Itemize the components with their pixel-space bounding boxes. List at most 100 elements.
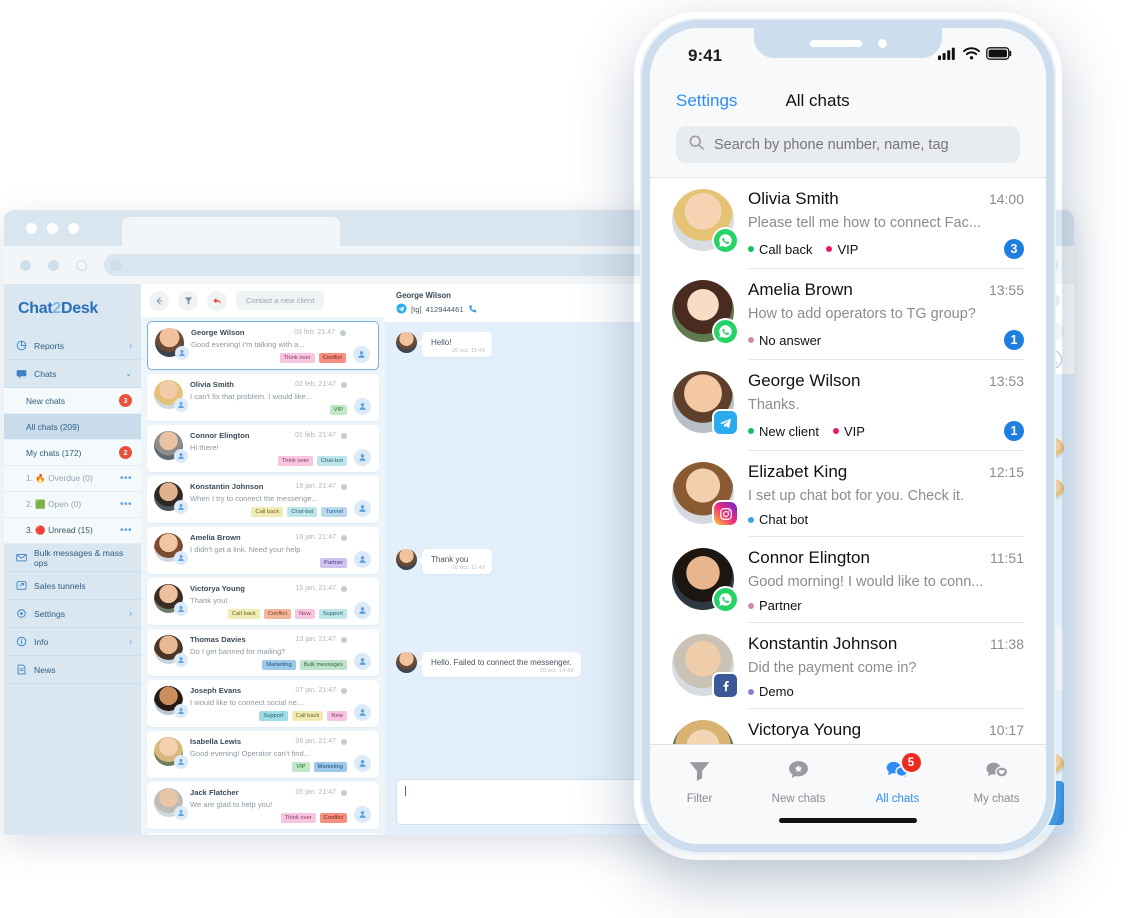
tag[interactable]: Bulk messages (299, 660, 347, 670)
tag[interactable]: VIP (329, 405, 347, 415)
table-row[interactable]: Olivia Smith 02 feb. 21:47 I can't fix th… (147, 374, 379, 421)
search-input[interactable] (714, 136, 1008, 153)
sidebar-subitem-all-chats[interactable]: All chats (209) (4, 414, 141, 440)
window-close-dot[interactable] (26, 223, 37, 234)
assign-operator-button[interactable] (354, 398, 371, 415)
tag[interactable]: Call back (291, 711, 324, 721)
table-row[interactable]: Thomas Davies 13 jan. 21:47 Do I get bann… (147, 629, 379, 676)
sidebar-item-news[interactable]: News (4, 656, 141, 684)
assign-operator-button[interactable] (354, 602, 371, 619)
list-item[interactable]: George Wilson 13:53 Thanks. New client VI… (650, 360, 1046, 451)
table-row[interactable]: Ryan Moor05 jan. 21:47 I didn't receive … (147, 833, 379, 835)
table-row[interactable]: Konstantin Johnson 18 jan. 21:47 When I t… (147, 476, 379, 523)
tag[interactable]: Marketing (262, 660, 296, 670)
overflow-menu-icon[interactable]: ••• (120, 473, 132, 484)
list-item[interactable]: Victorya Young10:17 How to swith off the… (650, 709, 1046, 744)
phone-chat-list[interactable]: Olivia Smith 14:00 Please tell me how to … (650, 177, 1046, 744)
tag[interactable]: Support (259, 711, 288, 721)
tag[interactable]: Call back (251, 507, 284, 517)
facebook-icon (714, 674, 737, 697)
tag[interactable]: Partner (319, 558, 347, 568)
timestamp: 13 jan. 21:47 (295, 636, 336, 643)
list-item[interactable]: Connor Elington 11:51 Good morning! I wou… (650, 537, 1046, 623)
sidebar-item-info[interactable]: Info › (4, 628, 141, 656)
back-button[interactable] (20, 259, 31, 271)
list-item[interactable]: Elizabet King 12:15 I set up chat bot for… (650, 451, 1046, 537)
tag[interactable]: Chat-bot (316, 456, 347, 466)
tag[interactable]: Think over (279, 353, 315, 363)
sidebar-subitem-my-chats[interactable]: My chats (172) 2 (4, 440, 141, 466)
contact-name: Jack Flatcher (190, 788, 239, 797)
settings-button[interactable]: Settings (676, 91, 737, 111)
brand-part1: Chat (18, 300, 53, 317)
overflow-menu-icon[interactable]: ••• (120, 525, 132, 536)
assign-operator-button[interactable] (354, 500, 371, 517)
tag[interactable]: Chat-bot (287, 507, 318, 517)
tag[interactable]: Conflict (319, 813, 347, 823)
assign-operator-button[interactable] (354, 551, 371, 568)
filter-icon[interactable] (178, 290, 198, 311)
tag[interactable]: Call back (227, 609, 260, 619)
phone-icon[interactable] (468, 304, 478, 316)
tab-all-chats[interactable]: 5 All chats (848, 745, 947, 818)
window-minimize-dot[interactable] (47, 223, 58, 234)
sidebar-item-settings[interactable]: Settings › (4, 600, 141, 628)
table-row[interactable]: Jack Flatcher 05 jan. 21:47 We are glad t… (147, 782, 379, 829)
contact-new-client-button[interactable]: Contact a new client (236, 291, 325, 310)
forward-button[interactable] (48, 259, 59, 271)
tag[interactable]: Think over (277, 456, 313, 466)
sidebar-subitem-unread[interactable]: 3. 🔴 Unread (15) ••• (4, 518, 141, 544)
sidebar-item-chats[interactable]: Chats ⌄ (4, 360, 141, 388)
operator-icon (174, 449, 188, 463)
home-indicator[interactable] (779, 818, 917, 823)
tag[interactable]: Conflict (318, 353, 346, 363)
window-controls[interactable] (26, 223, 79, 234)
tag[interactable]: Marketing (313, 762, 347, 772)
overflow-menu-icon[interactable]: ••• (120, 499, 132, 510)
unread-count-badge: 1 (1004, 330, 1024, 350)
browser-tab[interactable] (122, 217, 340, 246)
tag[interactable]: Tunnel (321, 507, 347, 517)
reload-button[interactable] (76, 259, 87, 271)
sidebar-subitem-new-chats[interactable]: New chats 3 (4, 388, 141, 414)
tab-new-chats[interactable]: New chats (749, 745, 848, 818)
assign-operator-button[interactable] (353, 346, 370, 363)
table-row[interactable]: Joseph Evans 07 jan. 21:47 I would like t… (147, 680, 379, 727)
tag[interactable]: New (295, 609, 315, 619)
list-item[interactable]: Olivia Smith 14:00 Please tell me how to … (650, 178, 1046, 269)
tag[interactable]: VIP (292, 762, 310, 772)
tag[interactable]: Think over (280, 813, 316, 823)
back-arrow-icon[interactable] (149, 290, 169, 311)
list-item[interactable]: Konstantin Johnson 11:38 Did the payment … (650, 623, 1046, 709)
assign-operator-button[interactable] (354, 653, 371, 670)
sidebar-item-sales-tunnels[interactable]: Sales tunnels (4, 572, 141, 600)
table-row[interactable]: Victorya Young 15 jan. 21:47 Thank you! C… (147, 578, 379, 625)
list-item[interactable]: Amelia Brown 13:55 How to add operators t… (650, 269, 1046, 360)
sidebar-subitem-label: 1. 🔥 Overdue (0) (26, 473, 93, 483)
sidebar-subitem-overdue[interactable]: 1. 🔥 Overdue (0) ••• (4, 466, 141, 492)
tag[interactable]: Conflict (263, 609, 292, 619)
assign-operator-button[interactable] (354, 806, 371, 823)
table-row[interactable]: Isabella Lewis 06 jan. 21:47 Good evening… (147, 731, 379, 778)
sidebar-item-reports[interactable]: Reports › (4, 332, 141, 360)
assign-operator-button[interactable] (354, 755, 371, 772)
assign-operator-button[interactable] (354, 449, 371, 466)
table-row[interactable]: George Wilson 03 feb. 21:47 Good evening!… (147, 321, 379, 370)
avatar (672, 371, 737, 434)
sidebar-subitem-open[interactable]: 2. 🟩 Open (0) ••• (4, 492, 141, 518)
chat-list[interactable]: George Wilson 03 feb. 21:47 Good evening!… (141, 317, 385, 835)
assign-operator-button[interactable] (354, 704, 371, 721)
sidebar-item-bulk-messages[interactable]: Bulk messages & mass ops (4, 544, 141, 572)
contact-name: Konstantin Johnson (190, 482, 264, 491)
contact-name: Isabella Lewis (190, 737, 242, 746)
message-time: 20 oct. 11:49 (451, 565, 485, 571)
table-row[interactable]: Connor Elington 01 feb. 21:47 Hi there! T… (147, 425, 379, 472)
tag[interactable]: Support (318, 609, 347, 619)
tab-filter[interactable]: Filter (650, 745, 749, 818)
search-bar[interactable] (676, 126, 1020, 163)
table-row[interactable]: Amelia Brown 16 jan. 21:47 I didn't get a… (147, 527, 379, 574)
tag[interactable]: New (327, 711, 347, 721)
reply-icon[interactable] (207, 290, 227, 311)
tab-my-chats[interactable]: My chats (947, 745, 1046, 818)
window-maximize-dot[interactable] (68, 223, 79, 234)
